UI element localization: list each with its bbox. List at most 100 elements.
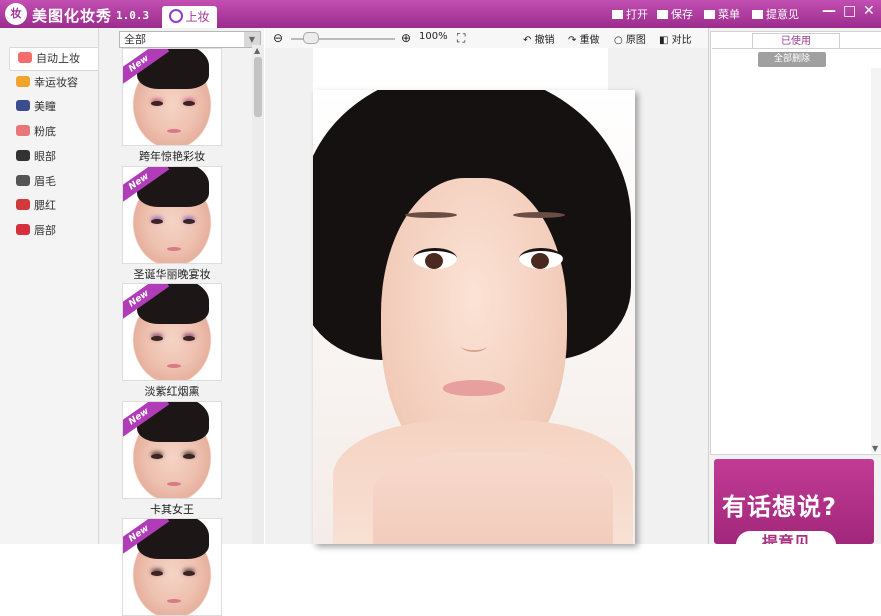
- minimize-button[interactable]: —: [822, 3, 836, 19]
- crown-icon: [16, 75, 30, 87]
- feedback-banner-title: 有话想说?: [722, 493, 837, 521]
- lips-icon: [16, 223, 30, 235]
- tab-makeup[interactable]: 上妆: [162, 6, 217, 28]
- zoom-out-icon[interactable]: ⊖: [273, 31, 283, 45]
- thumbnail-lips: [167, 364, 181, 368]
- tab-makeup-label: 上妆: [185, 10, 210, 24]
- thumbnail-right-eye: [183, 571, 195, 576]
- tab-used[interactable]: 已使用: [752, 33, 840, 49]
- category-label: 唇部: [34, 223, 56, 237]
- photo-hands: [373, 452, 613, 544]
- feedback-banner-button[interactable]: 提意见: [736, 531, 836, 544]
- save-button-label: 保存: [671, 8, 693, 21]
- thumbnail-left-eye: [151, 218, 163, 224]
- template-scrollbar[interactable]: ▲: [252, 45, 264, 544]
- category-item[interactable]: 自动上妆: [9, 47, 99, 71]
- app-logo: 妆: [5, 3, 27, 25]
- photo-lips: [443, 380, 505, 396]
- menu-icon: [704, 10, 715, 19]
- photo-right-iris: [531, 253, 549, 269]
- category-item[interactable]: 美瞳: [8, 96, 96, 118]
- category-item[interactable]: 粉底: [8, 121, 96, 143]
- zoom-slider-knob[interactable]: [303, 32, 319, 44]
- face-photo[interactable]: [313, 90, 635, 544]
- redo-button[interactable]: ↷ 重做: [568, 31, 600, 46]
- template-thumbnail[interactable]: New: [122, 165, 222, 264]
- makeup-template[interactable]: New: [122, 518, 222, 616]
- undo-label: 撤销: [534, 35, 555, 46]
- eye-icon: [16, 149, 30, 161]
- original-button[interactable]: ○ 原图: [614, 31, 646, 46]
- template-label: 淡紫红烟熏: [144, 385, 200, 398]
- category-label: 腮红: [34, 199, 56, 213]
- blush-icon: [16, 199, 30, 211]
- template-thumbnail[interactable]: New: [122, 48, 222, 146]
- category-sidebar: 自动上妆幸运妆容 美瞳粉底眼部眉毛腮红唇部: [0, 28, 99, 544]
- app-logo-text: 妆: [10, 7, 22, 20]
- app-name: 美图化妆秀: [32, 7, 113, 25]
- category-item[interactable]: 唇部: [8, 220, 96, 242]
- compare-button[interactable]: ◧ 对比: [659, 31, 692, 46]
- eyebrow-icon: [16, 174, 30, 186]
- makeup-template[interactable]: New 圣诞华丽晚宴妆: [122, 165, 222, 282]
- makeup-template[interactable]: New 跨年惊艳彩妆: [122, 48, 222, 164]
- open-button-label: 打开: [626, 8, 648, 21]
- used-makeup-box: 已使用 全部删除 ▼: [710, 31, 881, 455]
- scroll-up-icon[interactable]: ▲: [254, 46, 260, 55]
- category-label: 粉底: [34, 125, 56, 139]
- template-filter-select[interactable]: 全部 ▼: [119, 31, 261, 48]
- category-item[interactable]: 幸运妆容: [8, 72, 96, 94]
- save-button[interactable]: 保存: [657, 6, 693, 22]
- feedback-banner[interactable]: 有话想说? 提意见: [714, 459, 874, 544]
- category-item[interactable]: 腮红: [8, 195, 96, 217]
- clear-all-button[interactable]: 全部删除: [758, 52, 826, 67]
- menu-button-label: 菜单: [718, 8, 740, 21]
- app-version: 1.0.3: [116, 9, 150, 22]
- category-item[interactable]: 眼部: [8, 146, 96, 168]
- close-button[interactable]: ✕: [863, 3, 875, 19]
- photo-left-brow: [405, 212, 457, 218]
- feedback-title-button[interactable]: 提意见: [752, 6, 799, 22]
- open-button[interactable]: 打开: [612, 6, 648, 22]
- template-label: 卡其女王: [150, 502, 194, 516]
- thumbnail-lips: [167, 129, 181, 133]
- category-label: 自动上妆: [36, 52, 80, 65]
- compare-label: 对比: [671, 35, 692, 46]
- used-tab-divider: [712, 48, 881, 49]
- thumbnail-right-eye: [183, 101, 195, 106]
- photo-right-eye: [519, 248, 563, 269]
- feedback-icon: [752, 10, 763, 19]
- save-icon: [657, 10, 668, 19]
- template-thumbnail[interactable]: New: [122, 283, 222, 381]
- template-scroll-thumb[interactable]: [254, 57, 262, 117]
- makeup-tab-icon: [169, 9, 184, 23]
- template-thumbnail[interactable]: New: [122, 518, 222, 616]
- menu-button[interactable]: 菜单: [704, 6, 740, 22]
- template-thumbnail[interactable]: New: [122, 400, 222, 499]
- feedback-title-label: 提意见: [766, 8, 799, 21]
- original-label: 原图: [625, 35, 646, 46]
- category-item[interactable]: 眉毛: [8, 171, 96, 193]
- thumbnail-left-eye: [151, 101, 163, 106]
- thumbnail-right-eye: [183, 218, 195, 224]
- used-list-scrollbar[interactable]: ▼: [871, 68, 881, 453]
- makeup-template[interactable]: New 淡紫红烟熏: [122, 283, 222, 399]
- title-bar: 妆 美图化妆秀 1.0.3 上妆 打开 保存 菜单 提意见 — □ ✕: [0, 0, 881, 28]
- redo-label: 重做: [579, 35, 600, 46]
- thumbnail-lips: [167, 481, 181, 486]
- maximize-button[interactable]: □: [843, 3, 856, 19]
- photo-nose: [461, 340, 487, 352]
- thumbnail-right-eye: [183, 336, 195, 341]
- foundation-icon: [16, 125, 30, 137]
- scroll-down-icon[interactable]: ▼: [872, 444, 878, 453]
- fit-screen-icon[interactable]: ⛶: [457, 31, 465, 46]
- eye-contact-icon: [16, 100, 30, 112]
- thumbnail-left-eye: [151, 336, 163, 341]
- thumbnail-right-eye: [183, 453, 195, 459]
- undo-button[interactable]: ↶ 撤销: [523, 31, 555, 46]
- folder-icon: [612, 10, 623, 19]
- photo-right-brow: [513, 212, 565, 218]
- zoom-in-icon[interactable]: ⊕: [401, 31, 411, 45]
- template-filter-value: 全部: [124, 33, 146, 46]
- makeup-template[interactable]: New 卡其女王: [122, 400, 222, 517]
